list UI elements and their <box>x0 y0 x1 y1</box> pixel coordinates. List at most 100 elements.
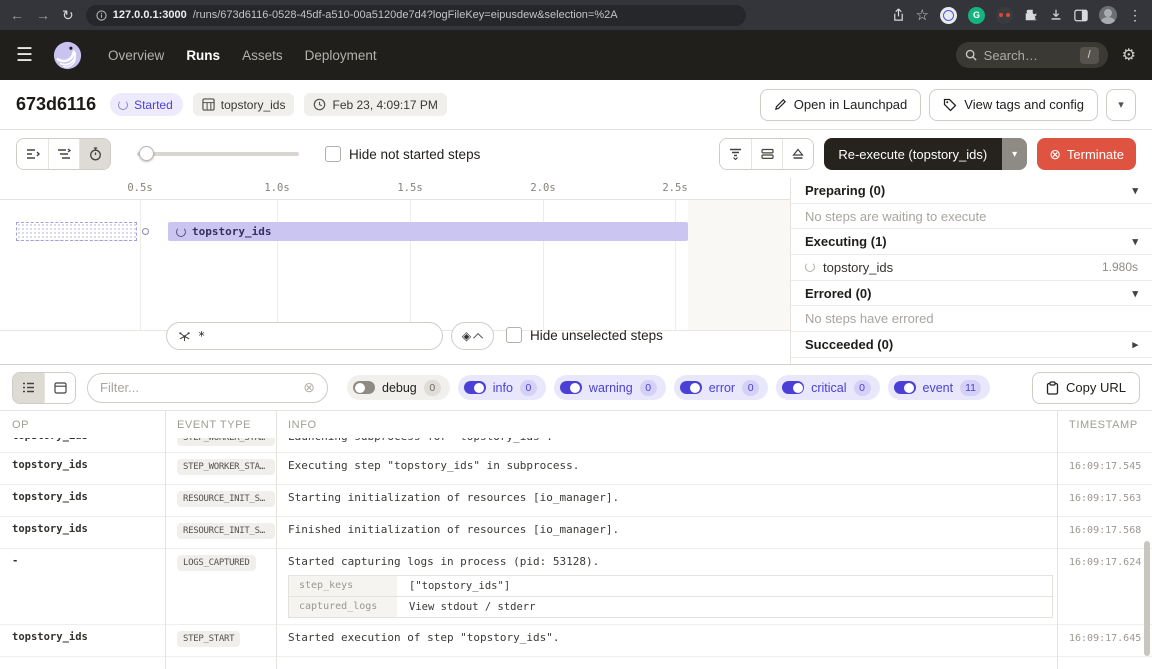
log-level-info[interactable]: info 0 <box>458 375 546 400</box>
step-selector-input[interactable]: * <box>166 322 443 350</box>
column-divider <box>276 411 277 669</box>
nav-overview[interactable]: Overview <box>108 48 164 63</box>
log-info: Starting initialization of resources [io… <box>276 485 1057 510</box>
toggle-switch[interactable] <box>560 381 582 394</box>
log-level-warning[interactable]: warning 0 <box>554 375 666 400</box>
log-filter-input[interactable]: Filter... ⊗ <box>87 373 328 403</box>
dagster-run-page: ← → ↻ 127.0.0.1:3000/runs/673d6116-0528-… <box>0 0 1152 669</box>
open-launchpad-button[interactable]: Open in Launchpad <box>760 89 921 121</box>
download-icon[interactable] <box>1049 8 1063 22</box>
eject-button[interactable] <box>782 139 813 169</box>
executing-step-row[interactable]: topstory_ids 1.980s <box>791 255 1152 281</box>
log-row[interactable]: topstory_ids RESOURCE_INIT_SUCCESS Finis… <box>0 516 1152 548</box>
more-actions-button[interactable]: ▾ <box>1106 89 1136 121</box>
history-extension-icon[interactable] <box>940 7 957 24</box>
nav-runs[interactable]: Runs <box>186 48 220 63</box>
log-level-error[interactable]: error 0 <box>674 375 768 400</box>
gantt-view-mode-group <box>16 138 111 170</box>
browser-forward-icon[interactable]: → <box>36 8 50 22</box>
view-tags-config-button[interactable]: View tags and config <box>929 89 1098 121</box>
panel-section-preparing[interactable]: Preparing (0) ▾ <box>791 178 1152 204</box>
browser-menu-icon[interactable]: ⋮ <box>1128 8 1142 22</box>
zoom-slider[interactable] <box>137 146 299 162</box>
section-title: Succeeded (0) <box>805 337 893 352</box>
log-row[interactable]: topstory_ids STEP_WORKER_STARTED Executi… <box>0 452 1152 484</box>
reexecute-dropdown-caret[interactable]: ▾ <box>1001 138 1027 170</box>
level-count-badge: 0 <box>742 380 759 396</box>
nav-assets[interactable]: Assets <box>242 48 283 63</box>
puzzle-extension-icon[interactable] <box>1024 8 1038 22</box>
copy-url-button[interactable]: Copy URL <box>1032 372 1140 404</box>
flatten-off-icon <box>26 148 40 160</box>
log-view-toggle-group <box>12 372 76 404</box>
log-level-debug[interactable]: debug 0 <box>347 375 450 400</box>
panel-section-executing[interactable]: Executing (1) ▾ <box>791 229 1152 255</box>
hide-unselected-checkbox[interactable]: Hide unselected steps <box>506 327 663 343</box>
view-stdout-stderr-link[interactable]: View stdout / stderr <box>397 597 1052 617</box>
header-right: Search… / ⚙ <box>956 42 1136 68</box>
log-list-view-button[interactable] <box>13 373 44 403</box>
dagster-logo[interactable] <box>51 39 84 72</box>
log-level-event[interactable]: event 11 <box>888 375 991 400</box>
search-input[interactable]: Search… / <box>956 42 1108 68</box>
panel-section-errored[interactable]: Errored (0) ▾ <box>791 281 1152 307</box>
log-structured-view-button[interactable] <box>44 373 75 403</box>
gridline <box>410 200 411 330</box>
sidebar-icon[interactable] <box>1074 9 1088 22</box>
nav-deployment[interactable]: Deployment <box>305 48 377 63</box>
filter-funnel-button[interactable] <box>720 139 751 169</box>
browser-profile-avatar[interactable] <box>1099 6 1117 24</box>
terminate-icon: ⊗ <box>1049 147 1061 161</box>
graph-options-button[interactable]: ◈ <box>451 322 494 350</box>
settings-gear-icon[interactable]: ⚙ <box>1122 45 1136 65</box>
log-row[interactable]: topstory_ids RESOURCE_INIT_STARTED Start… <box>0 484 1152 516</box>
address-bar[interactable]: 127.0.0.1:3000/runs/673d6116-0528-45df-a… <box>86 5 746 26</box>
gantt-canvas[interactable]: topstory_ids * ◈ <box>0 200 790 364</box>
log-scrollbar-thumb[interactable] <box>1144 541 1150 656</box>
share-icon[interactable] <box>892 8 905 22</box>
job-tag[interactable]: topstory_ids <box>193 93 295 116</box>
site-info-icon[interactable] <box>96 10 107 21</box>
flatten-off-button[interactable] <box>17 139 48 169</box>
log-op: topstory_ids <box>0 453 165 477</box>
clear-filter-icon[interactable]: ⊗ <box>303 379 315 396</box>
log-timestamp: 16:09:17.624 <box>1057 549 1152 574</box>
stopwatch-icon <box>89 147 102 161</box>
toggle-switch[interactable] <box>680 381 702 394</box>
toggle-switch[interactable] <box>894 381 916 394</box>
flatten-on-button[interactable] <box>48 139 79 169</box>
log-info: Launching subprocess for "topstory_ids". <box>276 438 1057 449</box>
column-header-timestamp: TIMESTAMP <box>1057 419 1152 431</box>
gantt-minimap-box[interactable] <box>16 222 137 241</box>
run-time-label: Feb 23, 4:09:17 PM <box>332 98 437 112</box>
extension-icon[interactable] <box>996 7 1013 24</box>
checkbox-box[interactable] <box>325 146 341 162</box>
reexecute-button[interactable]: Re-execute (topstory_ids) <box>824 138 1001 170</box>
nav-menu-icon[interactable]: ☰ <box>16 44 33 67</box>
grammarly-extension-icon[interactable]: G <box>968 7 985 24</box>
caret-right-icon: ▸ <box>1132 338 1138 351</box>
hide-not-started-checkbox[interactable]: Hide not started steps <box>325 146 480 162</box>
log-row[interactable]: topstory_ids STEP_START Started executio… <box>0 624 1152 656</box>
checkbox-box[interactable] <box>506 327 522 343</box>
browser-reload-icon[interactable]: ↻ <box>62 8 74 22</box>
panel-section-succeeded[interactable]: Succeeded (0) ▸ <box>791 332 1152 358</box>
toggle-switch[interactable] <box>782 381 804 394</box>
log-row-clipped[interactable]: topstory_ids STEP_WORKER_STARTING Launch… <box>0 438 1152 452</box>
browser-back-icon[interactable]: ← <box>10 8 24 22</box>
gantt-bar-topstory-ids[interactable]: topstory_ids <box>168 222 688 241</box>
log-level-critical[interactable]: critical 0 <box>776 375 879 400</box>
rows-button[interactable] <box>751 139 782 169</box>
toggle-switch[interactable] <box>353 381 375 394</box>
gridline <box>675 200 676 330</box>
clipboard-icon <box>1046 381 1059 395</box>
toggle-switch[interactable] <box>464 381 486 394</box>
log-op: topstory_ids <box>0 438 165 448</box>
log-row-logs-captured[interactable]: - LOGS_CAPTURED Started capturing logs i… <box>0 548 1152 624</box>
column-divider <box>165 411 166 669</box>
log-op: topstory_ids <box>0 485 165 509</box>
timed-view-button[interactable] <box>79 139 110 169</box>
zoom-slider-knob[interactable] <box>139 146 154 161</box>
bookmark-star-icon[interactable]: ☆ <box>916 8 929 23</box>
terminate-button[interactable]: ⊗ Terminate <box>1037 138 1136 170</box>
